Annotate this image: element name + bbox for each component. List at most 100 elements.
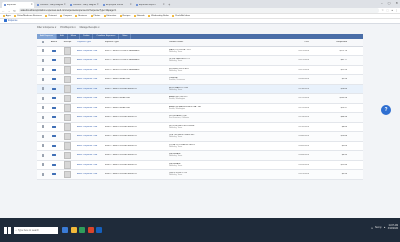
- chrome-icon[interactable]: [79, 227, 85, 233]
- row-checkbox[interactable]: [41, 49, 45, 53]
- tab-close-icon[interactable]: ✕: [97, 3, 99, 6]
- payment-type-cell[interactable]: Amex Corporate Card: [76, 78, 104, 80]
- receipt-thumbnail[interactable]: [64, 94, 71, 102]
- payment-type-cell[interactable]: Amex Corporate Card: [76, 126, 104, 128]
- taskbar-search[interactable]: ⌕ Type here to search: [14, 226, 58, 234]
- table-row[interactable]: Amex Corporate Card 6004T - MIN/LITERATUR…: [37, 75, 363, 85]
- receipt-thumbnail[interactable]: [64, 113, 71, 121]
- row-checkbox[interactable]: [41, 163, 45, 167]
- payment-type-cell[interactable]: Amex Corporate Card: [76, 116, 104, 118]
- bookmark-item[interactable]: Pinch/Art Ideas: [172, 15, 190, 17]
- select-all-checkbox[interactable]: [41, 40, 45, 44]
- attachment-icon[interactable]: [52, 59, 56, 62]
- maximize-button[interactable]: ▢: [388, 1, 391, 5]
- col-vendor-details[interactable]: Vendor Details: [168, 41, 270, 43]
- table-row[interactable]: Amex Corporate Card 6006T - MIN/COLLEGE M…: [37, 123, 363, 132]
- row-checkbox[interactable]: [41, 77, 45, 81]
- bookmark-item[interactable]: Wednesday Baker: [148, 15, 169, 17]
- receipt-thumbnail[interactable]: [64, 66, 71, 74]
- table-row[interactable]: Amex Corporate Card 6002T - MUSIC/CONS & …: [37, 47, 363, 56]
- bookmark-item[interactable]: Business: [75, 15, 87, 17]
- tab-close-icon[interactable]: ✕: [130, 3, 132, 6]
- attachment-icon[interactable]: [52, 49, 56, 52]
- forward-icon[interactable]: →: [8, 9, 11, 13]
- col-requested[interactable]: Requested: [310, 41, 349, 43]
- payment-type-cell[interactable]: Amex Corporate Card: [76, 88, 104, 90]
- receipt-thumbnail[interactable]: [64, 170, 71, 178]
- row-checkbox[interactable]: [41, 115, 45, 119]
- receipt-thumbnail[interactable]: [64, 151, 71, 159]
- filter-dropdown[interactable]: Manage Receipts ▾: [80, 26, 100, 30]
- table-row[interactable]: Amex Corporate Card 6006T - MIN/COLLEGE M…: [37, 132, 363, 142]
- payment-type-cell[interactable]: Amex Corporate Card: [76, 107, 104, 109]
- reload-icon[interactable]: ↻: [13, 9, 16, 13]
- bookmark-item[interactable]: Network: [133, 15, 145, 17]
- receipt-thumbnail[interactable]: [64, 104, 71, 112]
- attachment-icon[interactable]: [52, 97, 56, 100]
- office-icon[interactable]: [87, 227, 94, 233]
- outlook-icon[interactable]: [96, 227, 102, 233]
- network-icon[interactable]: ▲: [384, 227, 386, 229]
- extensions-icon[interactable]: ⬚: [386, 9, 388, 12]
- row-checkbox[interactable]: [41, 172, 45, 176]
- payment-type-cell[interactable]: Amex Corporate Card: [76, 145, 104, 147]
- row-checkbox[interactable]: [41, 144, 45, 148]
- attachment-icon[interactable]: [52, 173, 56, 176]
- clock[interactable]: 11:07 AM 3/10/2020: [388, 225, 398, 231]
- payment-type-cell[interactable]: Amex Corporate Card: [76, 59, 104, 61]
- receipt-thumbnail[interactable]: [64, 47, 71, 55]
- star-icon[interactable]: ☆: [382, 9, 384, 12]
- row-checkbox[interactable]: [41, 125, 45, 129]
- table-row[interactable]: Amex Corporate Card 6006T - MIN/COLLEGE M…: [37, 142, 363, 151]
- receipt-thumbnail[interactable]: [64, 75, 71, 83]
- receipt-thumbnail[interactable]: [64, 85, 71, 93]
- windows-start-icon[interactable]: [4, 226, 11, 234]
- row-checkbox[interactable]: [41, 58, 45, 62]
- table-row[interactable]: Amex Corporate Card 6006T - MIN/COLLEGE M…: [37, 170, 363, 180]
- receipt-thumbnail[interactable]: [64, 56, 71, 64]
- attachment-icon[interactable]: [52, 125, 56, 128]
- table-row[interactable]: Amex Corporate Card 6004T - MIN/LITERATUR…: [37, 94, 363, 104]
- table-row[interactable]: Amex Corporate Card 6006T - MIN/COLLEGE M…: [37, 151, 363, 161]
- table-row[interactable]: Amex Corporate Card 6002T - MUSIC/CONS & …: [37, 66, 363, 75]
- address-bar[interactable]: wakeforesttransportation.expenses-web.co…: [18, 8, 380, 13]
- attachment-icon[interactable]: [52, 87, 56, 90]
- row-checkbox[interactable]: [41, 68, 45, 72]
- help-button[interactable]: ?: [381, 104, 391, 115]
- taskview-icon[interactable]: [62, 227, 68, 233]
- back-icon[interactable]: ←: [2, 9, 5, 13]
- row-checkbox[interactable]: [41, 153, 45, 157]
- payment-type-cell[interactable]: Amex Corporate Card: [76, 164, 104, 166]
- attachment-icon[interactable]: [52, 116, 56, 119]
- row-checkbox[interactable]: [41, 87, 45, 91]
- profile-icon[interactable]: ●: [391, 9, 393, 12]
- tab-close-icon[interactable]: ✕: [64, 3, 66, 6]
- payment-type-cell[interactable]: Amex Corporate Card: [76, 173, 104, 175]
- col-date[interactable]: Date: [270, 41, 310, 43]
- payment-type-cell[interactable]: Amex Corporate Card: [76, 154, 104, 156]
- tab-close-icon[interactable]: ✕: [163, 3, 165, 6]
- close-window-button[interactable]: ✕: [395, 1, 398, 5]
- payment-type-cell[interactable]: Amex Corporate Card: [76, 97, 104, 99]
- col-payment-type[interactable]: Payment Type: [76, 41, 104, 43]
- bookmark-item[interactable]: Photos: [90, 15, 100, 17]
- table-row[interactable]: Amex Corporate Card 6006T - MIN/COLLEGE M…: [37, 161, 363, 170]
- row-checkbox[interactable]: [41, 134, 45, 138]
- table-row[interactable]: Amex Corporate Card 6004T - MIN/LITERATUR…: [37, 104, 363, 113]
- file-explorer-icon[interactable]: [70, 227, 77, 233]
- bookmark-item[interactable]: Recipes: [119, 15, 130, 17]
- receipt-thumbnail[interactable]: [64, 132, 71, 140]
- attachment-icon[interactable]: [52, 68, 56, 71]
- row-checkbox[interactable]: [41, 96, 45, 100]
- attachment-icon[interactable]: [52, 78, 56, 81]
- row-checkbox[interactable]: [41, 106, 45, 110]
- payment-type-cell[interactable]: Amex Corporate Card: [76, 135, 104, 137]
- receipt-thumbnail[interactable]: [64, 161, 71, 169]
- filter-dropdown[interactable]: Filter to Expense ▾: [37, 26, 56, 30]
- menu-icon[interactable]: ⋮: [395, 9, 398, 12]
- attachment-icon[interactable]: [52, 144, 56, 147]
- bookmark-item[interactable]: Apps: [3, 15, 11, 17]
- table-row[interactable]: Amex Corporate Card 6006T - MIN/COLLEGE M…: [37, 113, 363, 123]
- filter-dropdown[interactable]: Print/Reports ▾: [60, 26, 75, 30]
- receipt-thumbnail[interactable]: [64, 123, 71, 131]
